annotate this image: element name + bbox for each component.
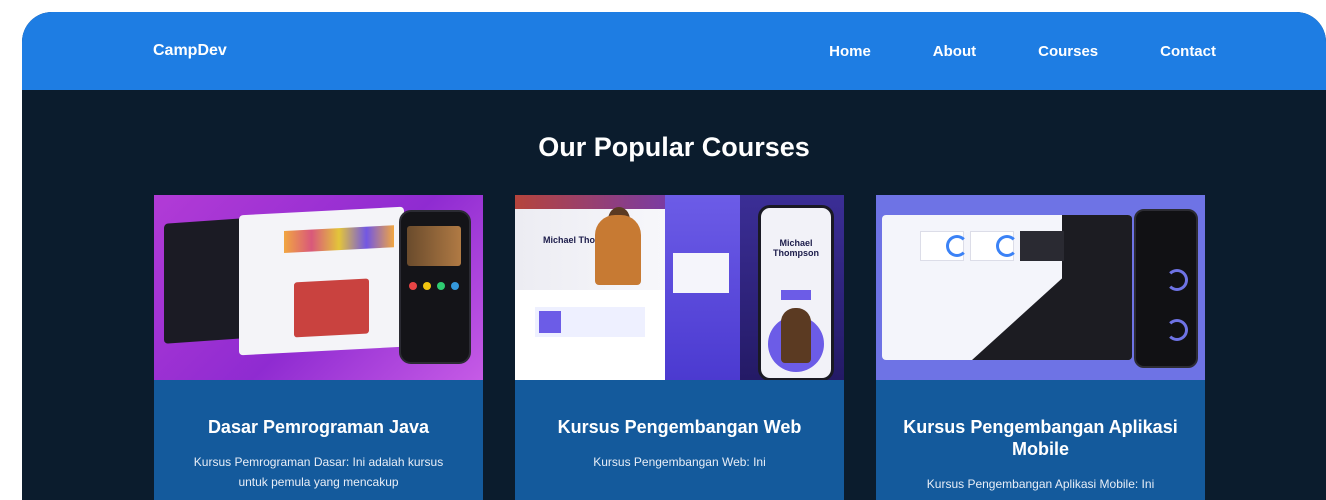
course-card-body: Dasar Pemrograman Java Kursus Pemrograma… xyxy=(154,380,483,492)
thumb-person xyxy=(595,215,641,285)
thumb-story-strip xyxy=(284,225,394,253)
course-card-web[interactable]: Michael Thompson Michael Thompson Kursus… xyxy=(515,195,844,500)
thumb-promo xyxy=(535,307,645,337)
thumb-photo xyxy=(294,278,369,338)
thumb-kpi-ring xyxy=(946,235,968,257)
thumb-dashboard xyxy=(882,215,1132,360)
thumb-kpi-ring xyxy=(996,235,1018,257)
thumb-dot xyxy=(437,282,445,290)
thumb-kpi-card xyxy=(1020,231,1064,261)
nav-links: Home About Courses Contact xyxy=(767,43,1216,60)
thumb-dark-panel xyxy=(1062,215,1132,360)
thumb-dot xyxy=(409,282,417,290)
thumb-purple-panel xyxy=(665,195,740,380)
thumb-phone xyxy=(399,210,471,364)
section-title: Our Popular Courses xyxy=(538,132,810,162)
nav-link-about[interactable]: About xyxy=(933,43,976,60)
course-description: Kursus Pengembangan Aplikasi Mobile: Ini xyxy=(926,477,1155,491)
thumb-phone-image xyxy=(407,226,461,266)
thumb-phone-button xyxy=(781,290,811,300)
course-thumbnail-web: Michael Thompson Michael Thompson xyxy=(515,195,844,380)
thumb-phone-title: Michael Thompson xyxy=(773,238,819,258)
navbar: CampDev Home About Courses Contact xyxy=(22,12,1326,90)
thumb-top-bar xyxy=(515,195,665,209)
course-card-body: Kursus Pengembangan Aplikasi Mobile Kurs… xyxy=(876,380,1205,494)
thumb-phone-person xyxy=(781,308,811,363)
course-thumbnail-mobile xyxy=(876,195,1205,380)
course-title: Kursus Pengembangan Aplikasi Mobile xyxy=(903,417,1178,459)
thumb-promo-badge xyxy=(539,311,561,333)
thumb-panel-card xyxy=(673,253,729,293)
brand-logo[interactable]: CampDev xyxy=(153,42,227,60)
thumb-phone-ring xyxy=(1166,319,1188,341)
nav-link-home[interactable]: Home xyxy=(829,43,871,60)
thumb-phone xyxy=(1134,209,1198,368)
course-thumbnail-java xyxy=(154,195,483,380)
course-card-mobile[interactable]: Kursus Pengembangan Aplikasi Mobile Kurs… xyxy=(876,195,1205,500)
thumb-dark-screen xyxy=(164,218,244,344)
nav-link-contact[interactable]: Contact xyxy=(1160,43,1216,60)
course-card-java[interactable]: Dasar Pemrograman Java Kursus Pemrograma… xyxy=(154,195,483,500)
course-title: Dasar Pemrograman Java xyxy=(207,417,430,437)
course-description: Kursus Pemrograman Dasar: Ini adalah kur… xyxy=(193,455,444,489)
course-card-body: Kursus Pengembangan Web Kursus Pengemban… xyxy=(515,380,844,472)
thumb-website-page: Michael Thompson xyxy=(515,195,665,380)
thumb-phone-ring xyxy=(1166,269,1188,291)
course-description: Kursus Pengembangan Web: Ini xyxy=(593,455,766,469)
course-cards: Dasar Pemrograman Java Kursus Pemrograma… xyxy=(154,195,1205,500)
thumb-dot xyxy=(423,282,431,290)
course-title: Kursus Pengembangan Web xyxy=(557,417,802,437)
thumb-phone-bg: Michael Thompson xyxy=(740,195,844,380)
page-frame: CampDev Home About Courses Contact Our P… xyxy=(22,12,1326,500)
thumb-phone: Michael Thompson xyxy=(758,205,834,380)
nav-link-courses[interactable]: Courses xyxy=(1038,43,1098,60)
thumb-dot xyxy=(451,282,459,290)
thumb-light-screen xyxy=(239,206,404,356)
